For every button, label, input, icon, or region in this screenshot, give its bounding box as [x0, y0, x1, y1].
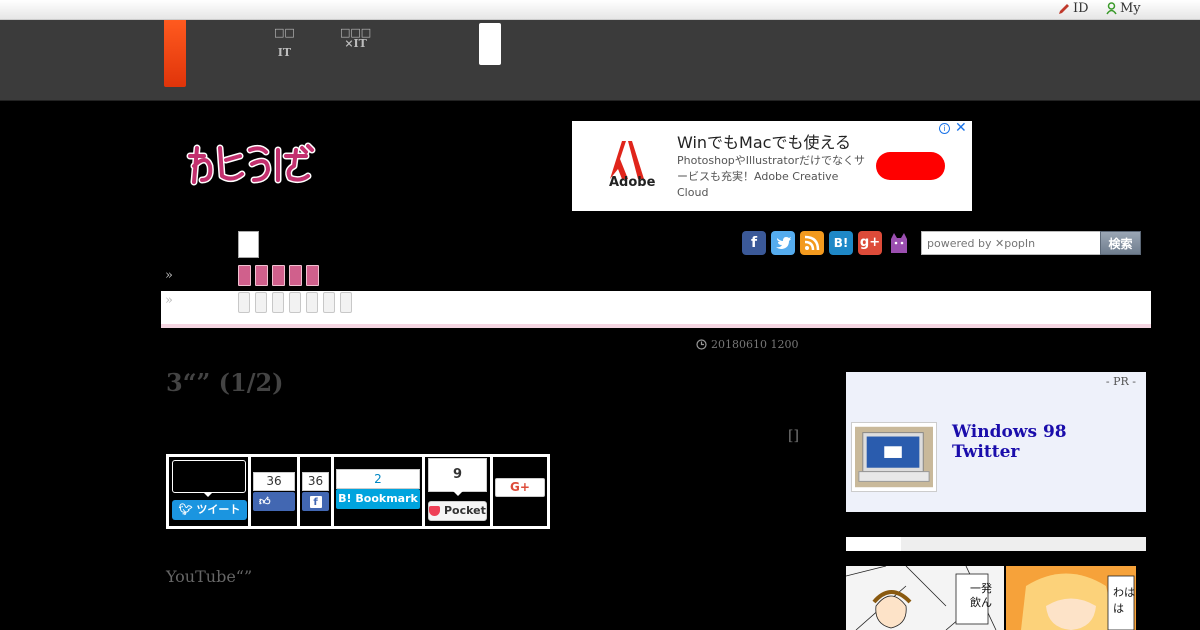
- subnav-item-4[interactable]: [289, 292, 301, 313]
- utility-bar: ID My: [0, 0, 1200, 20]
- pocket-button[interactable]: Pocket: [428, 501, 487, 521]
- pr-label: - PR -: [1105, 375, 1136, 388]
- nav-row2-arrow: »: [165, 293, 173, 308]
- cat-icon[interactable]: [887, 231, 911, 255]
- search-button[interactable]: 検索: [1100, 231, 1141, 255]
- article-date-text: 20180610 1200: [711, 338, 799, 351]
- brand-tab[interactable]: [164, 20, 186, 87]
- pr-title-line1: Windows 98: [952, 422, 1067, 442]
- svg-text:一発: 一発: [970, 581, 992, 595]
- tweet-bird-icon: 🐦︎: [178, 503, 193, 516]
- nav-row1-arrow: »: [165, 268, 173, 283]
- share-cell-facebook: 36 f: [300, 457, 331, 526]
- nav-category-5[interactable]: [306, 265, 319, 286]
- pr-title-line2: Twitter: [952, 442, 1020, 462]
- gnav-search-box[interactable]: [479, 23, 501, 65]
- share-cell-like: 36 👍︎: [251, 457, 297, 526]
- hatena-bookmark-button[interactable]: B! Bookmark: [336, 489, 420, 509]
- rss-icon[interactable]: [800, 231, 824, 255]
- svg-text:は: は: [1113, 602, 1124, 615]
- tweet-button-label: ツイート: [196, 503, 241, 516]
- pocket-count: 9: [428, 458, 487, 492]
- svg-text:わは: わは: [1113, 586, 1135, 599]
- facebook-f-icon: f: [309, 496, 322, 508]
- article-date: 20180610 1200: [696, 338, 798, 351]
- manga-banner-image[interactable]: 一発 飲ん わは は: [846, 566, 1136, 630]
- nav-category-4[interactable]: [289, 265, 302, 286]
- person-icon: [1106, 2, 1117, 15]
- googleplus-icon[interactable]: g+: [858, 231, 882, 255]
- pr-box[interactable]: - PR - Windows 98 Twitter: [846, 372, 1146, 512]
- article-byline: []: [788, 428, 799, 444]
- subnav-item-5[interactable]: [306, 292, 318, 313]
- article-lead: YouTube“”: [166, 567, 253, 586]
- twitter-icon[interactable]: [771, 231, 795, 255]
- googleplus-button[interactable]: G+: [495, 478, 545, 497]
- global-nav: □□ IT □□□ ×IT: [0, 20, 1200, 101]
- my-link[interactable]: My: [1106, 1, 1141, 16]
- facebook-icon[interactable]: f: [742, 231, 766, 255]
- tweet-button[interactable]: 🐦︎ ツイート: [172, 500, 247, 520]
- subnav-item-1[interactable]: [238, 292, 250, 313]
- svg-text:飲ん: 飲ん: [970, 595, 992, 609]
- hatena-count: 2: [336, 469, 420, 489]
- gnav-item-x-it[interactable]: □□□ ×IT: [340, 27, 371, 50]
- tweet-bubble-tail: [203, 492, 213, 497]
- clock-icon: [696, 339, 707, 350]
- subnav-item-3[interactable]: [272, 292, 284, 313]
- ad-close-icon[interactable]: ✕: [955, 120, 967, 136]
- article-title: 3“” (1/2): [166, 368, 284, 397]
- gnav-item-it-line1: □□: [274, 26, 295, 39]
- share-cell-pocket: 9 Pocket: [425, 457, 490, 526]
- pencil-icon: [1059, 3, 1069, 14]
- subnav-item-6[interactable]: [323, 292, 335, 313]
- share-box: 🐦︎ ツイート 36 👍︎ 36 f 2 B! Bookmark 9 Pocke…: [166, 454, 550, 529]
- gnav-item-x-it-line2: ×IT: [344, 37, 367, 50]
- nlab-logo[interactable]: [182, 136, 317, 192]
- pocket-button-label: Pocket: [443, 504, 486, 517]
- gnav-item-it-line2: IT: [277, 46, 292, 59]
- id-link[interactable]: ID: [1058, 1, 1089, 16]
- pr-title[interactable]: Windows 98 Twitter: [952, 422, 1067, 462]
- thumbs-up-icon: 👍︎: [259, 495, 271, 508]
- nav-category-1[interactable]: [238, 265, 251, 286]
- tweet-count-bubble: [172, 460, 246, 493]
- ranking-tabs: [846, 537, 1146, 551]
- like-button[interactable]: 👍︎: [253, 492, 295, 511]
- search-input[interactable]: [921, 231, 1101, 255]
- ad-info-icon[interactable]: i: [939, 123, 950, 134]
- banner-ad[interactable]: Adobe WinでもMacでも使える PhotoshopやIllustrato…: [572, 120, 972, 211]
- ad-headline: WinでもMacでも使える: [677, 133, 851, 152]
- pocket-bubble-tail: [453, 491, 463, 496]
- share-cell-hatena: 2 B! Bookmark: [334, 457, 422, 526]
- subnav-item-7[interactable]: [340, 292, 352, 313]
- facebook-share-count: 36: [302, 472, 329, 491]
- ranking-tab-active[interactable]: [846, 537, 901, 551]
- laptop-thumbnail-image: [855, 426, 933, 488]
- ad-brand: Adobe: [609, 175, 656, 190]
- nav-category-2[interactable]: [255, 265, 268, 286]
- pocket-icon: [429, 506, 441, 516]
- hatena-icon[interactable]: B!: [829, 231, 853, 255]
- ad-body: PhotoshopやIllustratorだけでなくサービスも充実！Adobe …: [677, 154, 865, 199]
- id-link-label: ID: [1073, 1, 1089, 16]
- gnav-item-it[interactable]: □□ IT: [274, 26, 295, 59]
- facebook-share-button[interactable]: f: [302, 492, 329, 511]
- subnav-item-2[interactable]: [255, 292, 267, 313]
- like-count: 36: [253, 472, 295, 491]
- nav-home-box[interactable]: [238, 231, 259, 258]
- share-cell-twitter: 🐦︎ ツイート: [169, 457, 248, 526]
- pr-thumbnail[interactable]: [851, 422, 937, 492]
- nav-category-3[interactable]: [272, 265, 285, 286]
- share-cell-googleplus: G+: [493, 457, 547, 526]
- my-link-label: My: [1120, 1, 1141, 16]
- ad-cta-button[interactable]: [876, 152, 945, 180]
